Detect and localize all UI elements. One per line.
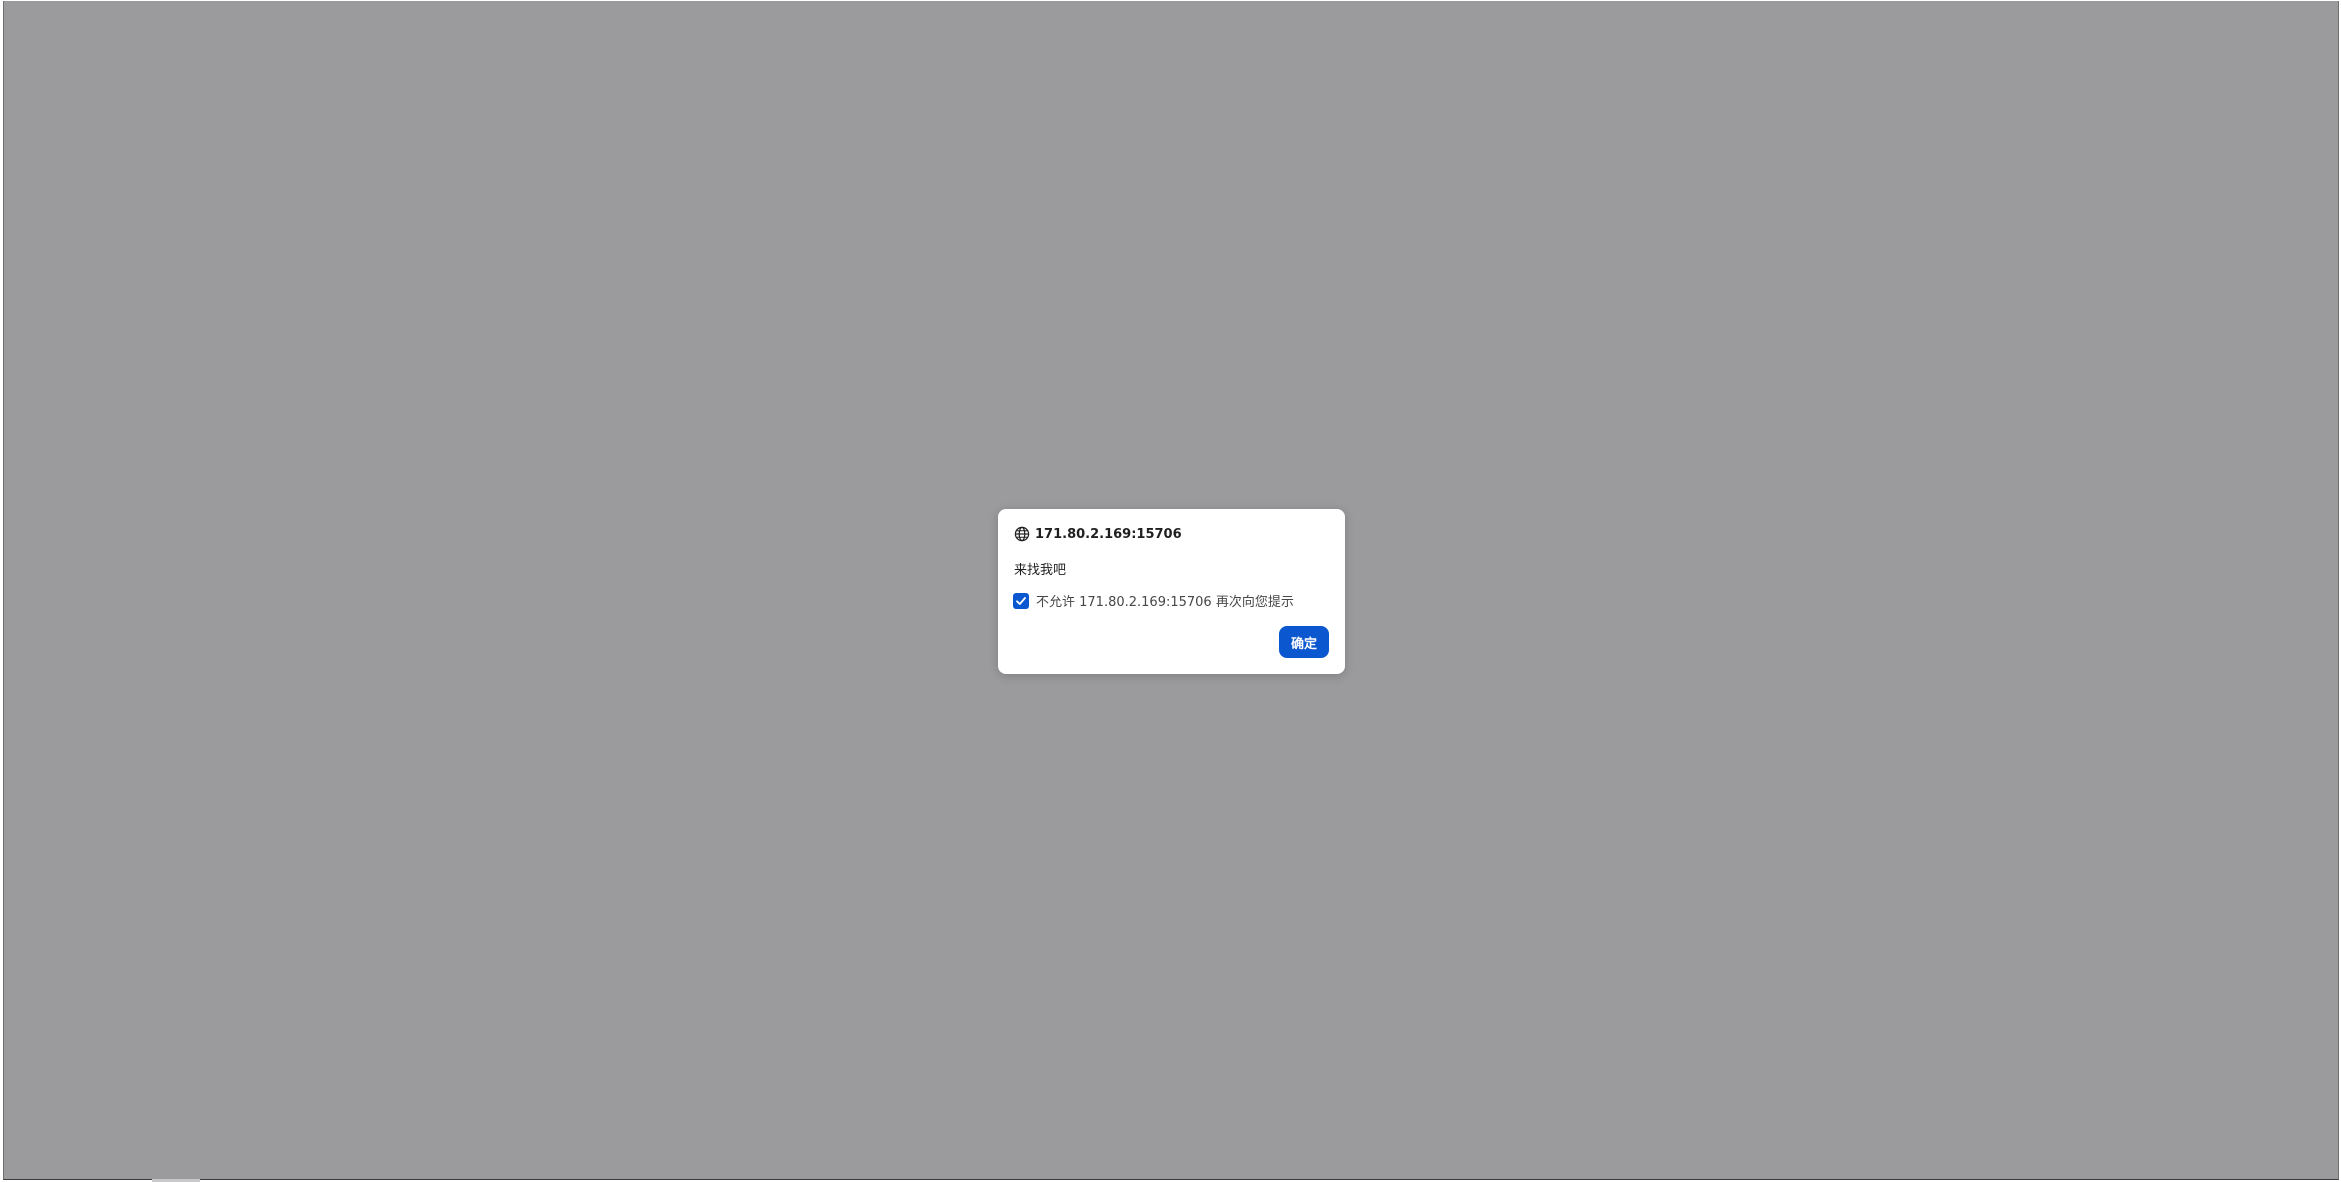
checkmark-icon <box>1016 596 1026 605</box>
dialog-header: 171.80.2.169:15706 <box>1014 525 1182 543</box>
ok-button[interactable]: 确定 <box>1279 626 1329 658</box>
globe-icon <box>1014 526 1030 542</box>
dialog-origin: 171.80.2.169:15706 <box>1035 526 1182 542</box>
alert-dialog: 171.80.2.169:15706 来找我吧 不允许 171.80.2.169… <box>998 509 1345 674</box>
suppress-checkbox-label[interactable]: 不允许 171.80.2.169:15706 再次向您提示 <box>1036 591 1294 610</box>
suppress-checkbox[interactable] <box>1013 592 1029 609</box>
suppress-dialogs-option[interactable]: 不允许 171.80.2.169:15706 再次向您提示 <box>1013 591 1294 610</box>
dialog-message: 来找我吧 <box>1014 563 1067 578</box>
